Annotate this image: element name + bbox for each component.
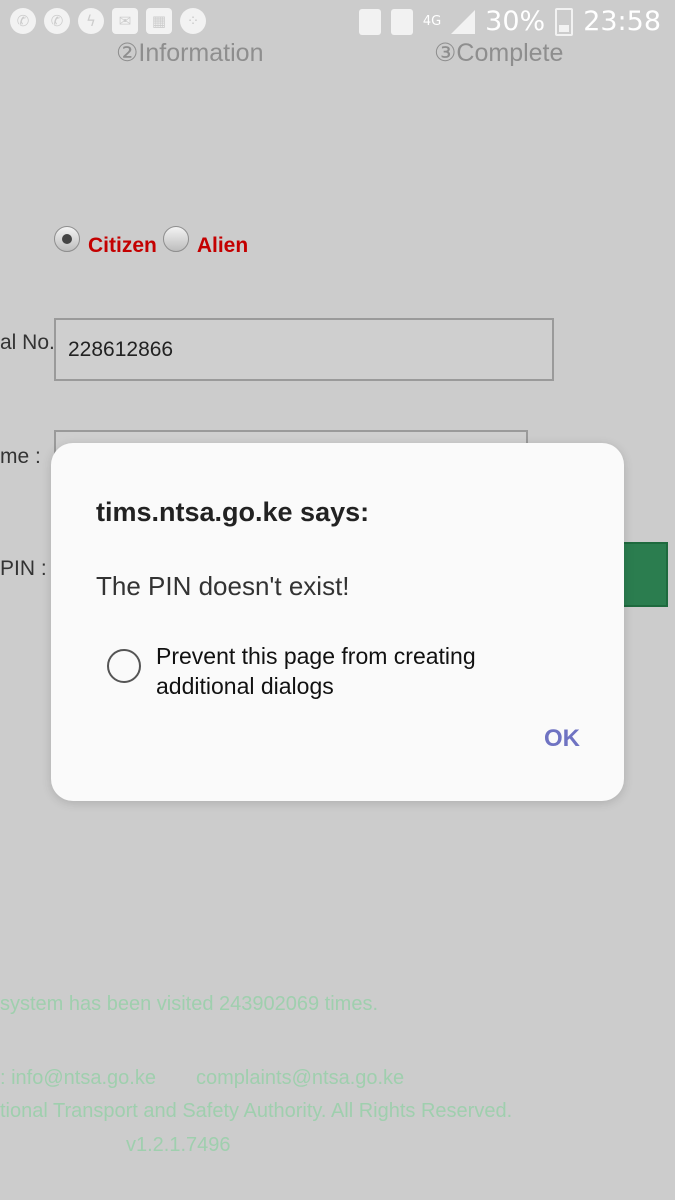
email-icon: ✉ bbox=[112, 8, 138, 34]
whatsapp-icon: ✆ bbox=[10, 8, 36, 34]
dialog-title: tims.ntsa.go.ke says: bbox=[96, 497, 370, 527]
alien-label: Alien bbox=[196, 234, 249, 257]
messenger-icon: ϟ bbox=[78, 8, 104, 34]
system-status: 4G 30% 23:58 bbox=[358, 6, 661, 37]
recycle-icon bbox=[390, 8, 413, 35]
dialog-message: The PIN doesn't exist! bbox=[96, 571, 350, 601]
battery-saver-icon bbox=[358, 8, 381, 35]
battery-icon bbox=[555, 7, 574, 36]
clock: 23:58 bbox=[583, 6, 661, 37]
contact-email[interactable]: : info@ntsa.go.ke bbox=[0, 1067, 156, 1090]
whatsapp-icon: ✆ bbox=[44, 8, 70, 34]
gallery-icon: ▦ bbox=[146, 8, 172, 34]
network-type: 4G bbox=[422, 14, 442, 29]
notification-icons: ✆ ✆ ϟ ✉ ▦ ⁘ bbox=[10, 8, 206, 34]
battery-percent: 30% bbox=[485, 6, 546, 37]
citizen-radio[interactable] bbox=[54, 226, 80, 252]
complaints-email[interactable]: complaints@ntsa.go.ke bbox=[196, 1067, 404, 1090]
nationality-radio-group: Citizen Alien bbox=[54, 220, 254, 258]
apps-icon: ⁘ bbox=[180, 8, 206, 34]
signal-icon bbox=[451, 9, 476, 34]
alert-dialog: tims.ntsa.go.ke says: The PIN doesn't ex… bbox=[51, 443, 624, 801]
serial-number-input[interactable]: 228612866 bbox=[54, 318, 554, 381]
prevent-dialogs-checkbox[interactable] bbox=[107, 649, 141, 683]
ok-button[interactable]: OK bbox=[544, 725, 580, 753]
copyright: tional Transport and Safety Authority. A… bbox=[0, 1100, 513, 1122]
name-label: me : bbox=[0, 445, 41, 468]
progress-steps: ②Information ③Complete bbox=[0, 38, 675, 68]
visit-counter: system has been visited 243902069 times. bbox=[0, 993, 378, 1015]
pin-label: PIN : bbox=[0, 557, 47, 580]
alien-radio[interactable] bbox=[162, 226, 189, 252]
serial-label: al No.: bbox=[0, 331, 61, 354]
step-information: ②Information bbox=[116, 39, 264, 67]
version: v1.2.1.7496 bbox=[126, 1134, 231, 1156]
citizen-label: Citizen bbox=[88, 234, 157, 257]
step-complete: ③Complete bbox=[434, 39, 564, 67]
prevent-dialogs-label[interactable]: Prevent this page from creating addition… bbox=[156, 641, 576, 701]
